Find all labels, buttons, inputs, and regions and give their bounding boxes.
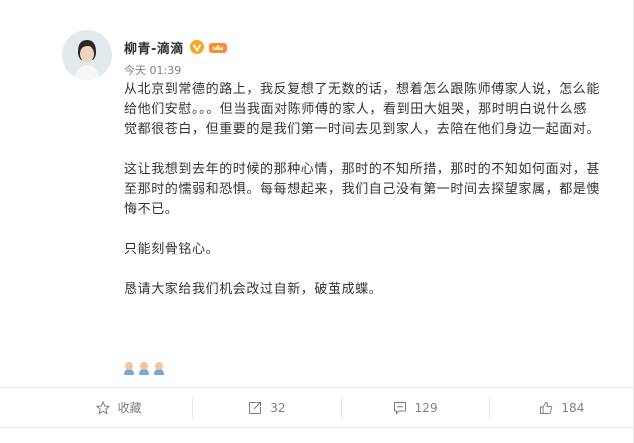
emoji-row [122,361,166,375]
pray-emoji-icon [124,362,134,375]
like-count: 184 [561,400,585,415]
post-content: 从北京到常德的路上，我反复想了无数的话，想着怎么跟陈师傅家人说，怎么能 给他们安… [124,80,618,320]
weibo-post-card: 柳青-滴滴 今天 01:39 从北京到常德的路上，我反复想了无数的话，想着怎么跟… [0,0,634,443]
user-avatar[interactable] [62,30,112,80]
post-action-bar: 收藏 32 129 184 [0,387,634,427]
username[interactable]: 柳青-滴滴 [124,38,184,57]
comment-button[interactable]: 129 [342,388,489,428]
star-icon [95,400,110,415]
crown-badge-icon[interactable] [208,40,228,54]
favorite-button[interactable]: 收藏 [45,388,192,428]
repost-count: 32 [270,400,286,415]
avatar-portrait-icon [62,30,112,80]
like-button[interactable]: 184 [490,388,634,428]
post-paragraph-1: 从北京到常德的路上，我反复想了无数的话，想着怎么跟陈师傅家人说，怎么能 给他们安… [124,82,601,137]
card-bottom-border [0,427,634,428]
post-paragraph-4: 恳请大家给我们机会改过自新，破茧成蝶。 [124,282,383,297]
thumbs-up-icon [540,401,553,414]
pray-emoji-icon [139,362,149,375]
comment-icon [393,401,406,415]
post-timestamp[interactable]: 今天 01:39 [124,62,181,78]
comment-count: 129 [414,400,438,415]
v-verified-icon [189,40,204,54]
post-paragraph-2: 这让我想到去年的时候的那种心情，那时的不知所措，那时的不知如何面对，甚 至那时的… [124,162,601,217]
repost-icon [249,401,262,414]
pray-emoji-icon [154,362,164,375]
favorite-label: 收藏 [117,401,142,415]
post-paragraph-3: 只能刻骨铭心。 [124,242,220,257]
repost-button[interactable]: 32 [193,388,340,428]
